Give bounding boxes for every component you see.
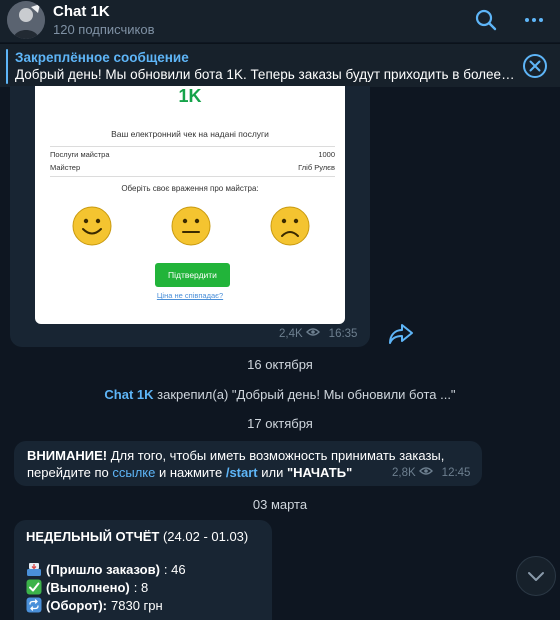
receipt-divider xyxy=(50,146,335,147)
sad-face-icon xyxy=(270,206,310,246)
receipt-row-value: 1000 xyxy=(318,150,335,159)
pinned-message-bar[interactable]: Закреплённое сообщение Добрый день! Мы о… xyxy=(0,43,560,87)
receipt-row-label: Майстер xyxy=(50,163,81,172)
rating-prompt: Оберіть своє враження про майстра: xyxy=(121,184,259,193)
date-separator: 17 октября xyxy=(247,416,313,431)
receipt-row: Послуги майстра 1000 xyxy=(50,150,335,159)
pinned-accent-bar xyxy=(6,49,8,84)
report-row: (Оборот): 7830 грн xyxy=(26,597,163,613)
pinned-title: Закреплённое сообщение xyxy=(15,50,189,65)
report-label: (Оборот): xyxy=(46,597,107,613)
subscriber-count: 120 подписчиков xyxy=(53,22,155,37)
price-mismatch-link: Ціна не співпадає? xyxy=(156,291,224,300)
message-link[interactable]: ссылке xyxy=(112,465,155,480)
receipt-logo: 1K xyxy=(178,86,202,106)
message-text-line: перейдите по ссылке и нажмите /start или… xyxy=(27,465,352,480)
chevron-down-icon xyxy=(528,572,544,581)
date-separator: 03 марта xyxy=(252,497,308,512)
receipt-divider xyxy=(50,176,335,177)
message-meta: 2,8K 12:45 xyxy=(392,466,470,479)
receipt-row-value: Гліб Рулєв xyxy=(298,163,335,172)
receipt-image[interactable]: 1K Ваш електронний чек на надані послуги… xyxy=(35,86,345,324)
happy-face-icon xyxy=(72,206,112,246)
report-title-bold: НЕДЕЛЬНЫЙ ОТЧЁТ xyxy=(26,529,160,544)
message-text: и нажмите xyxy=(155,465,226,480)
inbox-tray-icon xyxy=(26,561,42,577)
message-text: или xyxy=(257,465,287,480)
report-label: (Выполнено) xyxy=(46,579,130,595)
forward-icon[interactable] xyxy=(388,322,414,346)
check-mark-icon xyxy=(26,579,42,595)
chat-header: Chat 1K 120 подписчиков xyxy=(0,0,560,42)
date-separator: 16 октября xyxy=(247,357,313,372)
close-pinned-icon[interactable] xyxy=(522,53,548,79)
channel-title[interactable]: Chat 1K xyxy=(53,3,110,20)
view-count: 2,8K xyxy=(392,466,416,479)
confirm-button: Підтвердити xyxy=(155,263,230,287)
message-text-line: ВНИМАНИЕ! Для того, чтобы иметь возможно… xyxy=(27,448,444,463)
service-message: Chat 1K закрепил(а) "Добрый день! Мы обн… xyxy=(0,387,560,402)
more-icon[interactable] xyxy=(522,8,546,32)
receipt-row: Майстер Гліб Рулєв xyxy=(50,163,335,172)
report-label: (Пришло заказов) xyxy=(46,561,160,577)
report-value: : 8 xyxy=(133,579,149,595)
view-count: 2,4K xyxy=(279,327,303,340)
search-icon[interactable] xyxy=(474,8,498,32)
neutral-face-icon xyxy=(171,206,211,246)
report-value: 7830 грн xyxy=(111,597,163,613)
message-meta: 2,4K 16:35 xyxy=(279,327,357,340)
service-actor-link[interactable]: Chat 1K xyxy=(104,387,153,402)
receipt-title: Ваш електронний чек на надані послуги xyxy=(111,129,269,139)
report-title: НЕДЕЛЬНЫЙ ОТЧЁТ (24.02 - 01.03) xyxy=(26,529,248,544)
message-bubble[interactable]: НЕДЕЛЬНЫЙ ОТЧЁТ (24.02 - 01.03) (Пришло … xyxy=(14,520,272,620)
report-value: : 46 xyxy=(163,561,186,577)
message-bubble[interactable]: ВНИМАНИЕ! Для того, чтобы иметь возможно… xyxy=(14,441,482,486)
message-bold-text: "НАЧАТЬ" xyxy=(286,465,353,480)
eye-icon xyxy=(305,327,320,340)
message-text: перейдите по xyxy=(27,465,113,480)
receipt-row-label: Послуги майстра xyxy=(50,150,110,159)
message-text: Для того, чтобы иметь возможность приним… xyxy=(107,448,445,463)
message-time: 12:45 xyxy=(441,466,471,479)
report-range: (24.02 - 01.03) xyxy=(159,529,249,544)
pinned-text: Добрый день! Мы обновили бота 1K. Теперь… xyxy=(15,67,515,82)
service-text: закрепил(а) "Добрый день! Мы обновили бо… xyxy=(153,387,456,402)
message-bold-text: ВНИМАНИЕ! xyxy=(27,448,108,463)
repeat-icon xyxy=(26,597,42,613)
start-command-link[interactable]: /start xyxy=(226,465,258,480)
channel-avatar[interactable] xyxy=(7,1,45,39)
eye-icon xyxy=(418,466,433,479)
report-row: (Выполнено) : 8 xyxy=(26,579,148,595)
report-row: (Пришло заказов) : 46 xyxy=(26,561,186,577)
message-time: 16:35 xyxy=(328,327,358,340)
scroll-down-button[interactable] xyxy=(516,556,556,596)
